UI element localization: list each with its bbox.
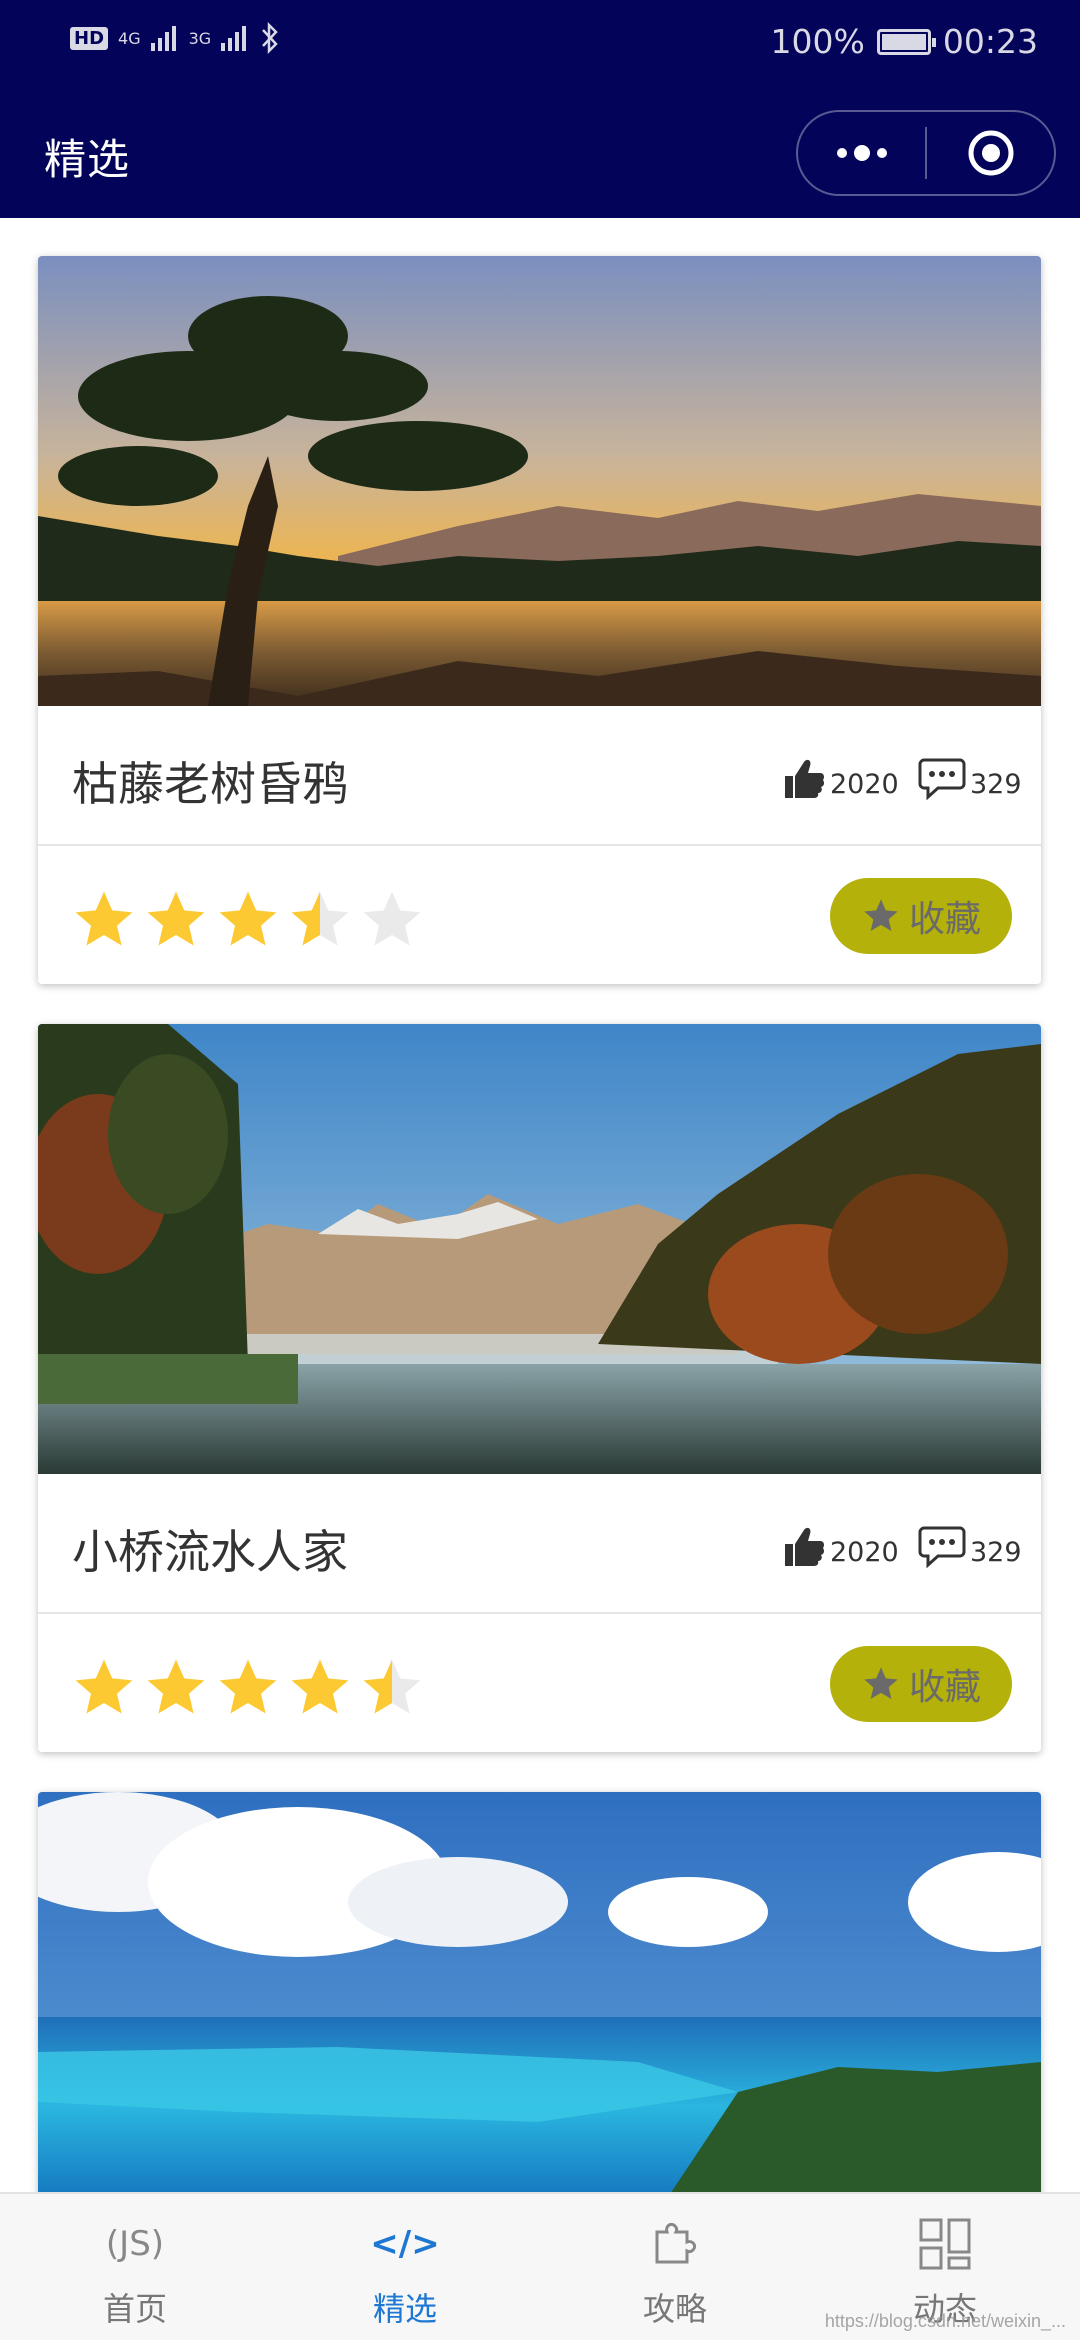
star-icon [864, 899, 898, 931]
card-image-sunset-lake[interactable] [38, 256, 1041, 706]
status-left: HD 4G 3G [70, 22, 281, 54]
card-action-row: 收藏 [38, 1614, 1041, 1752]
signal-icon [221, 26, 247, 51]
card-title: 枯藤老树昏鸦 [72, 757, 348, 811]
rating-star-icon [219, 891, 277, 946]
tab-label: 首页 [102, 2290, 167, 2328]
card-action-row: 收藏 [38, 846, 1041, 984]
tab-bar: (JS) 首页 </> 精选 攻略 动态 https://blog.csdn.n… [0, 2192, 1080, 2340]
thumbs-up-icon [785, 1527, 825, 1566]
rating-star-icon [75, 891, 133, 946]
sunset-lake-image [38, 256, 1041, 706]
comment-stat[interactable]: 329 [918, 1524, 1022, 1568]
mountain-lake-image [38, 1024, 1041, 1474]
battery-percent: 100% [770, 22, 865, 61]
scenery-card[interactable]: 小桥流水人家 2020 329 收藏 [38, 1024, 1041, 1752]
rating-star-icon [363, 891, 421, 946]
like-count: 2020 [830, 769, 899, 800]
comment-stat[interactable]: 329 [918, 756, 1022, 800]
rating-star-icon [147, 1659, 205, 1714]
rating-star-icon [75, 1659, 133, 1714]
card-title: 小桥流水人家 [72, 1525, 348, 1579]
rating-star-icon [291, 1659, 349, 1714]
content-list: 枯藤老树昏鸦 2020 329 收藏 小桥流水人家 2020 329 收藏 [0, 218, 1080, 2192]
miniprogram-capsule [796, 110, 1056, 196]
card-image-mountain-lake[interactable] [38, 1024, 1041, 1474]
page-title: 精选 [44, 135, 131, 184]
hd-icon: HD [70, 26, 109, 50]
tab-guides[interactable]: 攻略 [540, 2194, 810, 2340]
rating-star-icon [219, 1659, 277, 1714]
like-stat[interactable]: 2020 [782, 756, 899, 800]
favorite-label: 收藏 [908, 899, 981, 940]
ocean-clouds-image [38, 1792, 1041, 2192]
grid-icon [918, 2216, 972, 2272]
signal-icon [150, 26, 176, 51]
tab-featured[interactable]: </> 精选 [270, 2194, 540, 2340]
more-button[interactable] [798, 112, 925, 194]
tab-home[interactable]: (JS) 首页 [0, 2194, 270, 2340]
bluetooth-icon [262, 22, 278, 54]
scenery-card[interactable] [38, 1792, 1041, 2192]
comment-icon [918, 758, 966, 800]
card-image-ocean-clouds[interactable] [38, 1792, 1041, 2192]
thumbs-up-icon [785, 759, 825, 798]
comment-icon [918, 1526, 966, 1568]
rating-star-icon [291, 891, 349, 946]
card-title-row: 枯藤老树昏鸦 2020 329 [38, 706, 1041, 846]
like-stat[interactable]: 2020 [782, 1524, 899, 1568]
comment-count: 329 [970, 769, 1022, 800]
status-bar: HD 4G 3G 100% 00:23 [0, 0, 1080, 90]
rating-star-icon [147, 891, 205, 946]
favorite-button[interactable]: 收藏 [830, 878, 1012, 954]
header: HD 4G 3G 100% 00:23 精选 [0, 0, 1080, 218]
signal-3g-label: 3G [188, 28, 212, 48]
comment-count: 329 [970, 1537, 1022, 1568]
favorite-label: 收藏 [908, 1667, 981, 1708]
favorite-button[interactable]: 收藏 [830, 1646, 1012, 1722]
scenery-card[interactable]: 枯藤老树昏鸦 2020 329 收藏 [38, 256, 1041, 984]
battery-icon [876, 28, 936, 55]
clock: 00:23 [942, 22, 1038, 61]
app-root: HD 4G 3G 100% 00:23 精选 枯藤老树昏鸦 2020 329 收… [0, 0, 1080, 2340]
close-miniprogram-button[interactable] [927, 112, 1054, 194]
signal-4g-label: 4G [118, 28, 141, 48]
watermark: https://blog.csdn.net/weixin_... [824, 2311, 1066, 2331]
rating-star-icon [363, 1659, 421, 1714]
target-icon [968, 130, 1013, 176]
star-rating [70, 1654, 426, 1722]
more-dots-icon [836, 145, 887, 161]
tab-label: 精选 [372, 2290, 437, 2328]
puzzle-icon [649, 2216, 701, 2272]
star-icon [864, 1667, 898, 1699]
tab-label: 攻略 [642, 2290, 707, 2328]
star-rating [70, 886, 426, 954]
like-count: 2020 [830, 1537, 899, 1568]
status-right: 100% 00:23 [771, 22, 1038, 61]
code-icon: </> [370, 2224, 440, 2264]
js-icon: (JS) [105, 2224, 165, 2264]
card-title-row: 小桥流水人家 2020 329 [38, 1474, 1041, 1614]
